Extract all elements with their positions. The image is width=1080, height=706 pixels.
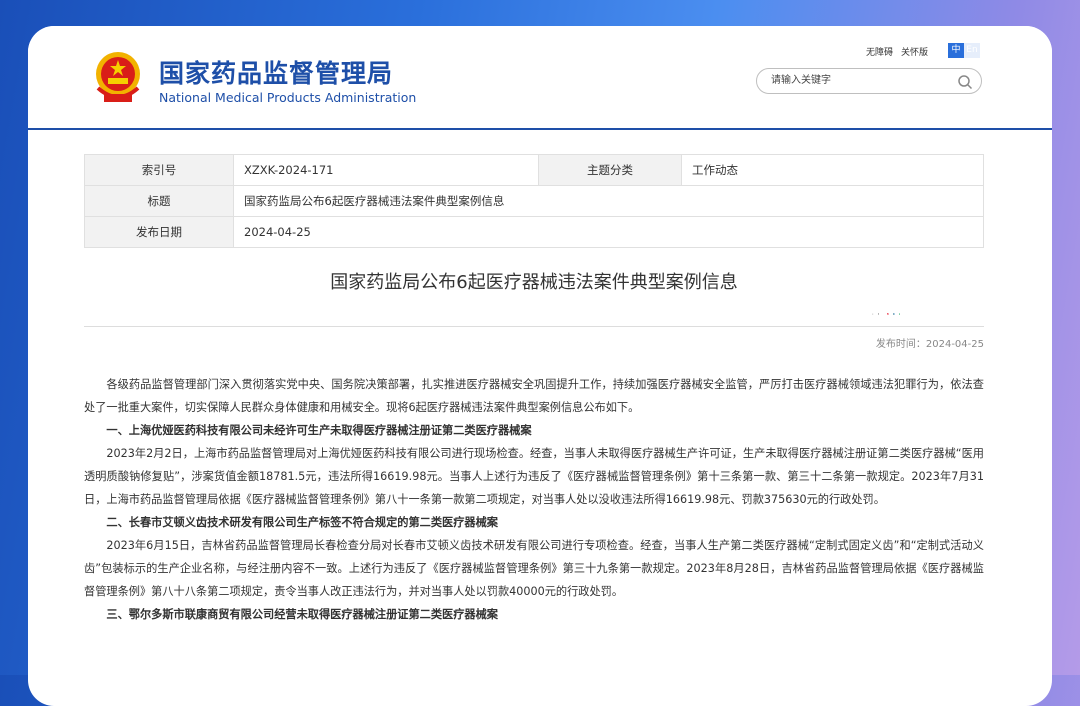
browser-page: 国家药品监督管理局 National Medical Products Admi… xyxy=(28,26,1052,706)
topic-value: 工作动态 xyxy=(682,155,984,186)
top-links: 无障碍关怀版 xyxy=(866,45,936,58)
care-mode-link[interactable]: 关怀版 xyxy=(901,48,928,58)
search-icon[interactable] xyxy=(957,74,973,90)
lang-en-button[interactable]: En xyxy=(964,43,980,58)
search-box xyxy=(756,68,982,94)
publish-time: 发布时间：2024-04-25 xyxy=(84,335,984,350)
title-value: 国家药监局公布6起医疗器械违法案件典型案例信息 xyxy=(234,186,984,217)
weibo-share-icon[interactable] xyxy=(887,305,889,323)
topic-label: 主题分类 xyxy=(539,155,682,186)
search-input[interactable] xyxy=(769,74,953,87)
article-title: 国家药监局公布6起医疗器械违法案件典型案例信息 xyxy=(84,268,984,294)
index-value: XZXK-2024-171 xyxy=(234,155,539,186)
article-paragraph: 各级药品监督管理部门深入贯彻落实党中央、国务院决策部署，扎实推进医疗器械安全巩固… xyxy=(84,373,984,419)
site-header: 国家药品监督管理局 National Medical Products Admi… xyxy=(28,26,1052,128)
case-heading: 一、上海优娅医药科技有限公司未经许可生产未取得医疗器械注册证第二类医疗器械案 xyxy=(84,419,984,442)
accessibility-link[interactable]: 无障碍 xyxy=(866,48,893,58)
site-name-cn[interactable]: 国家药品监督管理局 xyxy=(159,54,393,90)
date-value: 2024-04-25 xyxy=(234,217,984,248)
language-switch: 中 En xyxy=(948,43,980,58)
table-row: 索引号 XZXK-2024-171 主题分类 工作动态 xyxy=(85,155,984,186)
download-icon[interactable] xyxy=(872,305,874,323)
national-emblem-icon xyxy=(92,50,144,104)
article-paragraph: 2023年2月2日，上海市药品监督管理局对上海优娅医药科技有限公司进行现场检查。… xyxy=(84,442,984,511)
site-name-en[interactable]: National Medical Products Administration xyxy=(159,90,416,105)
table-row: 发布日期 2024-04-25 xyxy=(85,217,984,248)
case-heading: 三、鄂尔多斯市联康商贸有限公司经营未取得医疗器械注册证第二类医疗器械案 xyxy=(84,603,984,626)
date-label: 发布日期 xyxy=(85,217,234,248)
print-icon[interactable] xyxy=(878,305,880,323)
index-label: 索引号 xyxy=(85,155,234,186)
metadata-table: 索引号 XZXK-2024-171 主题分类 工作动态 标题 国家药监局公布6起… xyxy=(84,154,984,248)
case-heading: 二、长春市艾顿义齿技术研发有限公司生产标签不符合规定的第二类医疗器械案 xyxy=(84,511,984,534)
title-divider xyxy=(84,326,984,327)
header-divider xyxy=(28,128,1052,130)
title-label: 标题 xyxy=(85,186,234,217)
wechat-share-icon[interactable] xyxy=(899,305,901,323)
lang-zh-button[interactable]: 中 xyxy=(948,43,964,58)
article-body: 各级药品监督管理部门深入贯彻落实党中央、国务院决策部署，扎实推进医疗器械安全巩固… xyxy=(84,373,984,626)
article-paragraph: 2023年6月15日，吉林省药品监督管理局长春检查分局对长春市艾顿义齿技术研发有… xyxy=(84,534,984,603)
favorite-icon[interactable] xyxy=(893,305,895,323)
table-row: 标题 国家药监局公布6起医疗器械违法案件典型案例信息 xyxy=(85,186,984,217)
article-tools xyxy=(872,305,900,323)
